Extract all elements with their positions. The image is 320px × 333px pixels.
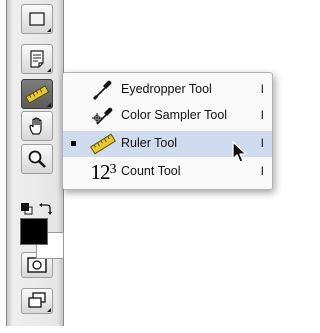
menu-item-shortcut: I	[260, 164, 264, 178]
tool-group-indicator	[47, 68, 51, 72]
ruler-icon	[25, 85, 49, 103]
screen-mode-button[interactable]	[21, 288, 53, 314]
menu-item-label: Color Sampler Tool	[121, 108, 228, 122]
selected-indicator	[71, 141, 76, 146]
notes-icon	[30, 50, 44, 68]
menu-item-shortcut: I	[260, 108, 264, 122]
mouse-pointer-icon	[232, 141, 247, 163]
ruler-tool-button[interactable]	[21, 79, 53, 109]
menu-item-label: Count Tool	[121, 164, 181, 178]
count-icon-superscript: 3	[109, 161, 117, 177]
foreground-color-swatch[interactable]	[20, 218, 48, 245]
tool-group-indicator	[47, 308, 51, 312]
ruler-tool-flyout-menu: Eyedropper Tool I Color Sampler Tool I R…	[62, 72, 273, 190]
menu-item-shortcut: I	[260, 82, 264, 96]
ruler-icon	[89, 132, 117, 156]
marquee-icon	[29, 12, 45, 26]
zoom-tool-button[interactable]	[21, 144, 53, 174]
count-icon: 123	[89, 160, 117, 184]
menu-item-label: Eyedropper Tool	[121, 82, 212, 96]
notes-tool-button[interactable]	[21, 44, 53, 74]
screen-mode-icon	[28, 292, 46, 308]
tool-group-indicator	[47, 103, 51, 107]
menu-item-eyedropper-tool[interactable]: Eyedropper Tool I	[63, 77, 272, 103]
quick-mask-icon	[27, 257, 47, 273]
tool-group-indicator	[47, 28, 51, 32]
default-colors-icon[interactable]	[21, 203, 33, 215]
count-icon-digits: 12	[90, 159, 111, 184]
color-sampler-icon	[89, 104, 117, 128]
eyedropper-icon	[89, 78, 117, 102]
menu-item-label: Ruler Tool	[121, 136, 178, 150]
marquee-tool-button[interactable]	[21, 4, 53, 34]
menu-item-shortcut: I	[260, 136, 264, 150]
menu-item-color-sampler-tool[interactable]: Color Sampler Tool I	[63, 103, 272, 129]
hand-tool-button[interactable]	[21, 111, 53, 141]
tools-panel	[6, 0, 64, 326]
swap-colors-icon[interactable]	[38, 202, 52, 216]
color-controls	[21, 201, 55, 215]
zoom-icon	[28, 150, 46, 168]
hand-icon	[29, 117, 42, 135]
